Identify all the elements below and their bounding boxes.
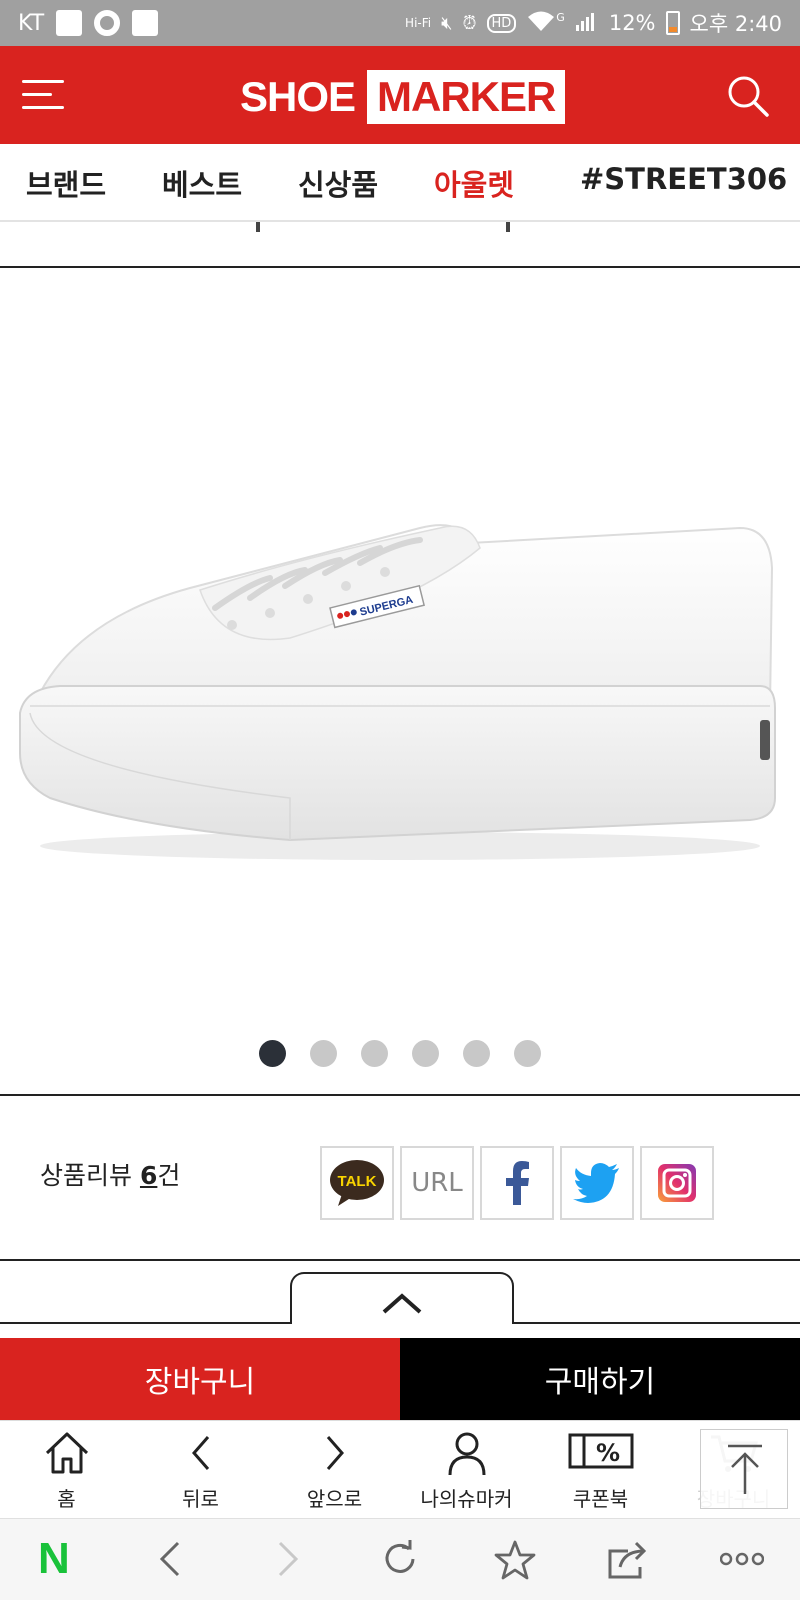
share-facebook-button[interactable]	[480, 1146, 554, 1220]
svg-text:%: %	[595, 1439, 619, 1467]
status-bar: KT Hi-Fi 🔇︎ ⏰︎ HD G 12% 오후 2:40	[0, 0, 800, 46]
carousel-dot[interactable]	[514, 1040, 541, 1067]
refresh-icon[interactable]	[380, 1539, 420, 1579]
mute-icon: 🔇︎	[441, 12, 453, 34]
divider-mark	[506, 222, 510, 232]
arrow-up-icon	[728, 1444, 762, 1494]
tab-back-label: 뒤로	[182, 1487, 219, 1511]
review-suffix: 건	[157, 1161, 181, 1190]
tab-my-label: 나의슈마커	[420, 1487, 513, 1511]
hifi-icon: Hi-Fi	[405, 16, 432, 30]
tab-coupon-label: 쿠폰북	[572, 1487, 629, 1511]
tab-back[interactable]: 뒤로	[134, 1421, 267, 1519]
app-header: SHOE MARKER	[0, 46, 800, 144]
collapse-area	[0, 1262, 800, 1324]
facebook-icon	[506, 1161, 529, 1205]
person-icon	[448, 1432, 485, 1476]
browser-forward-icon	[278, 1541, 299, 1577]
review-label: 상품리뷰	[40, 1161, 133, 1190]
add-to-cart-button[interactable]: 장바구니	[0, 1338, 400, 1420]
coupon-icon: %	[568, 1433, 633, 1469]
carousel-dot[interactable]	[412, 1040, 439, 1067]
search-icon[interactable]	[726, 74, 770, 118]
carousel-dot[interactable]	[310, 1040, 337, 1067]
kakaotalk-icon: TALK	[330, 1160, 384, 1206]
browser-back-icon[interactable]	[156, 1539, 186, 1579]
url-label: URL	[411, 1168, 463, 1198]
tab-home-label: 홈	[57, 1487, 76, 1511]
share-url-button[interactable]: URL	[400, 1146, 474, 1220]
tab-forward-label: 앞으로	[306, 1487, 363, 1511]
review-summary[interactable]: 상품리뷰 6건	[40, 1156, 180, 1192]
share-kakaotalk-button[interactable]: TALK	[320, 1146, 394, 1220]
browser-toolbar: N	[0, 1518, 800, 1600]
review-share-row: 상품리뷰 6건 TALK URL	[0, 1098, 800, 1261]
tab-forward[interactable]: 앞으로	[268, 1421, 401, 1519]
svg-text:TALK: TALK	[338, 1173, 377, 1190]
content-top-strip	[0, 222, 800, 268]
twitter-icon	[573, 1163, 619, 1203]
gallery-icon	[132, 10, 159, 36]
carousel-dot[interactable]	[463, 1040, 490, 1067]
signal-icon	[575, 9, 599, 38]
bottom-tab-bar: 홈 뒤로 앞으로 나의슈마커 % 쿠폰북 장바구니	[0, 1420, 800, 1518]
tab-coupon-book[interactable]: % 쿠폰북	[534, 1421, 667, 1519]
more-options-icon[interactable]	[720, 1551, 764, 1567]
battery-percent: 12%	[608, 11, 656, 35]
share-icon[interactable]	[606, 1539, 650, 1581]
carrier-label: KT	[18, 10, 45, 36]
wifi-icon	[526, 9, 556, 38]
chevron-up-icon	[382, 1293, 422, 1314]
nav-item-best[interactable]: 베스트	[162, 162, 242, 204]
carousel-dot[interactable]	[259, 1040, 286, 1067]
tab-my-shoemarker[interactable]: 나의슈마커	[400, 1421, 533, 1519]
review-count[interactable]: 6	[140, 1161, 157, 1190]
bookmark-star-icon[interactable]	[494, 1539, 536, 1581]
nav-item-brand[interactable]: 브랜드	[26, 162, 106, 204]
collapse-toggle-tab[interactable]	[290, 1272, 514, 1324]
divider-mark	[256, 222, 260, 232]
tab-home[interactable]: 홈	[0, 1421, 133, 1519]
naver-home-button[interactable]: N	[38, 1537, 70, 1581]
chevron-right-icon	[326, 1436, 344, 1470]
share-instagram-button[interactable]	[640, 1146, 714, 1220]
buy-now-button[interactable]: 구매하기	[400, 1338, 800, 1420]
chevron-left-icon	[191, 1436, 209, 1470]
product-image-carousel[interactable]: SUPERGA	[0, 268, 800, 1096]
network-type-label: G	[556, 10, 565, 24]
logo-text-marker: MARKER	[367, 70, 566, 124]
clock: 오후 2:40	[689, 12, 782, 36]
nav-item-street306[interactable]: #STREET306	[580, 162, 787, 196]
carousel-dot[interactable]	[361, 1040, 388, 1067]
nav-item-new[interactable]: 신상품	[298, 162, 378, 204]
home-icon	[45, 1432, 88, 1474]
notification-icon	[56, 10, 83, 36]
hamburger-menu-icon[interactable]	[22, 80, 64, 110]
instagram-icon	[658, 1164, 696, 1202]
battery-icon	[665, 11, 680, 35]
purchase-actions: 장바구니 구매하기	[0, 1338, 800, 1420]
product-sneaker-image: SUPERGA	[19, 524, 776, 860]
scroll-to-top-button[interactable]	[700, 1429, 788, 1509]
sync-icon	[94, 10, 121, 36]
shoemarker-logo[interactable]: SHOE MARKER	[240, 70, 566, 124]
share-twitter-button[interactable]	[560, 1146, 634, 1220]
logo-text-shoe: SHOE	[240, 73, 356, 120]
category-nav: 브랜드 베스트 신상품 아울렛 #STREET306	[0, 144, 800, 222]
nav-item-outlet[interactable]: 아울렛	[434, 162, 514, 204]
carousel-pagination	[0, 1040, 800, 1067]
hd-icon: HD	[486, 13, 517, 33]
alarm-icon: ⏰︎	[462, 12, 477, 34]
